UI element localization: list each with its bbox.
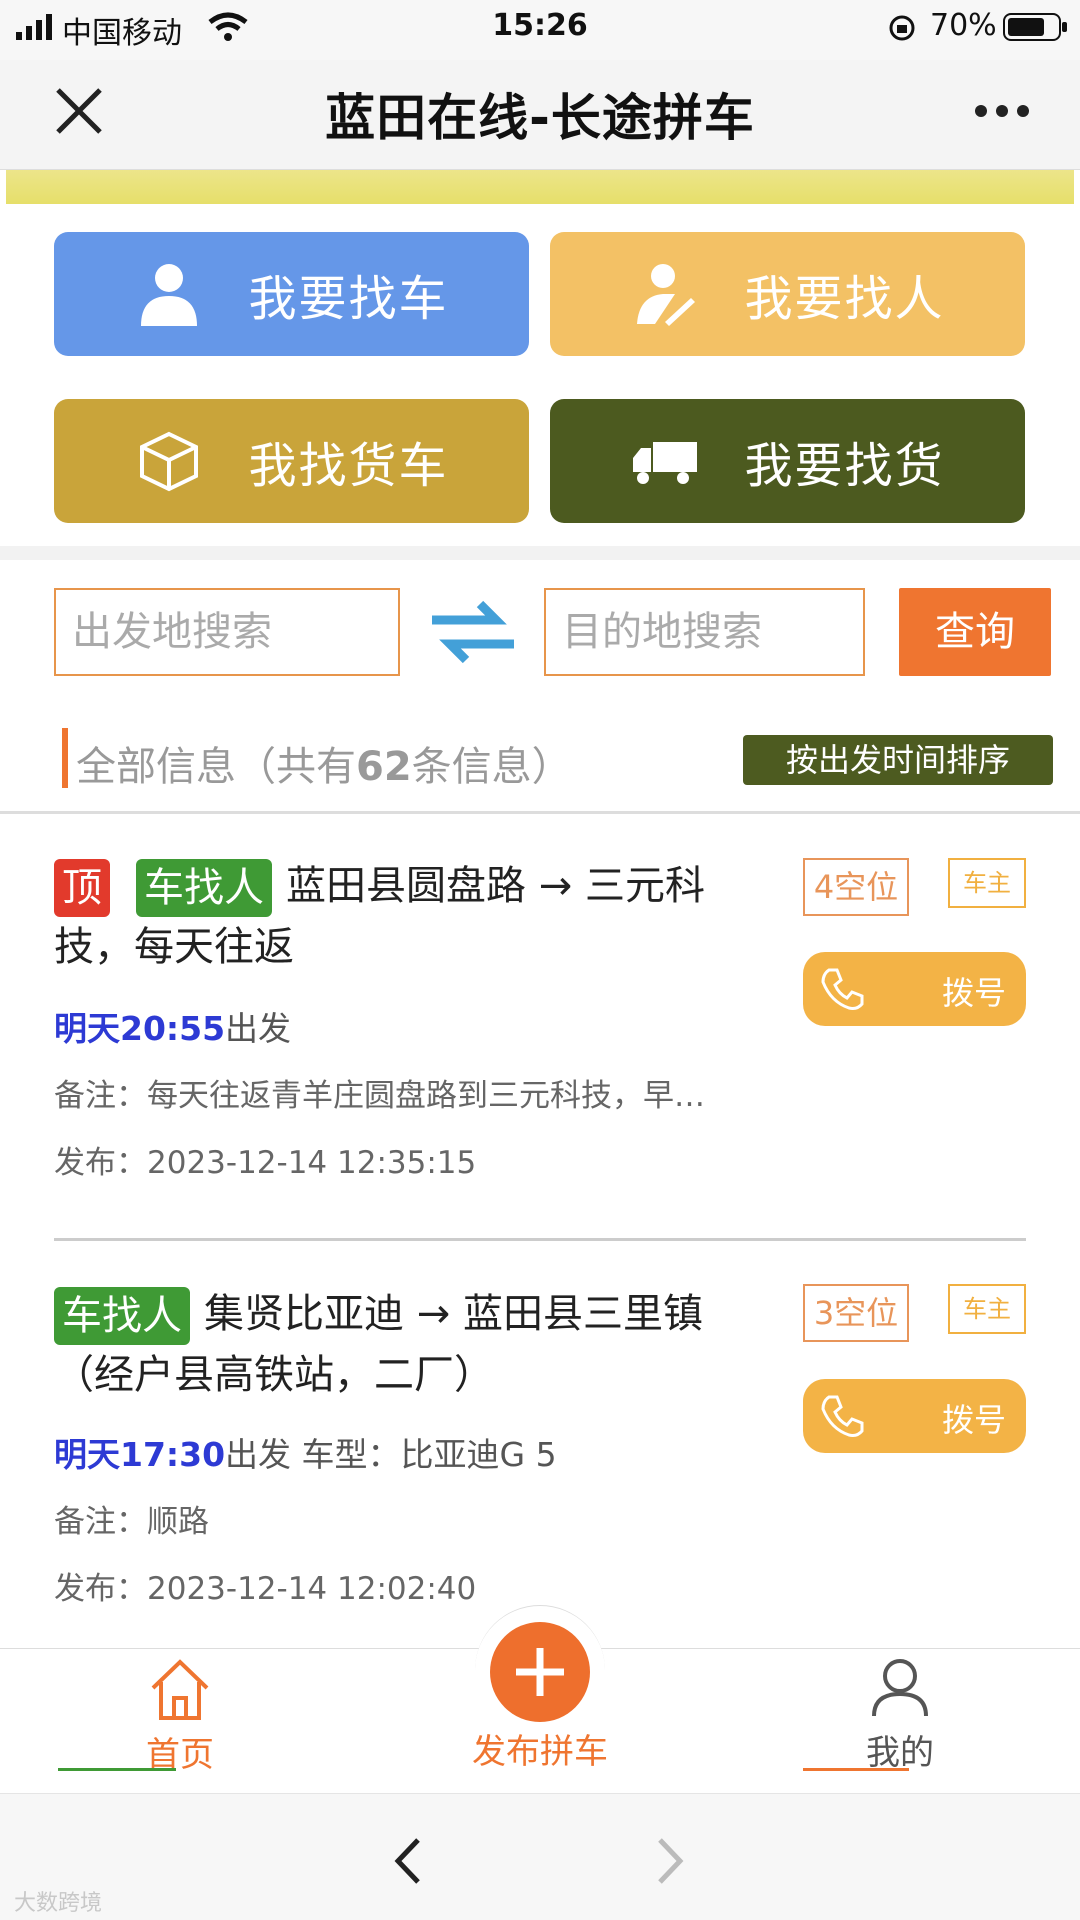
back-arrow-icon[interactable]: [392, 1836, 422, 1886]
find-truck-button[interactable]: 我找货车: [54, 399, 529, 523]
tab-home[interactable]: 首页: [110, 1656, 250, 1776]
mine-underline: [803, 1768, 909, 1771]
box-icon: [134, 426, 204, 496]
page-title: 蓝田在线-长途拼车: [325, 89, 755, 147]
battery-percent: 70%: [930, 8, 997, 43]
find-car-button[interactable]: 我要找车: [54, 232, 529, 356]
battery-icon: [1003, 13, 1067, 41]
info-accent-bar: [62, 728, 68, 788]
tab-mine-label: 我的: [866, 1733, 934, 1773]
status-bar: 中国移动 15:26 70%: [0, 0, 1080, 60]
find-passenger-label: 我要找人: [744, 271, 945, 327]
departure-suffix: 出发: [225, 1435, 292, 1474]
info-suffix: 条信息）: [411, 744, 572, 790]
tab-publish-label[interactable]: 发布拼车: [440, 1724, 640, 1773]
origin-search-input[interactable]: 出发地搜索: [54, 588, 400, 676]
person-icon: [134, 259, 204, 329]
find-truck-label: 我找货车: [248, 438, 449, 494]
type-tag: 车找人: [136, 859, 272, 917]
publish-button[interactable]: [490, 1622, 590, 1722]
role-badge: 车主: [948, 1284, 1026, 1334]
phone-icon: [821, 1395, 864, 1437]
info-prefix: 全部信息（共有: [76, 744, 356, 790]
title-bar: 蓝田在线-长途拼车: [0, 60, 1080, 170]
dial-label: 拨号: [941, 1401, 1006, 1439]
dial-button[interactable]: 拨号: [803, 1379, 1026, 1453]
home-icon: [151, 1659, 209, 1720]
info-count: 62: [356, 744, 412, 790]
person-edit-icon: [630, 259, 700, 329]
seats-badge: 3空位: [803, 1284, 909, 1342]
find-car-label: 我要找车: [248, 271, 449, 327]
info-title: 全部信息（共有62条信息）: [76, 734, 572, 792]
dial-button[interactable]: 拨号: [803, 952, 1026, 1026]
car-model: 车型：比亚迪G 5: [301, 1435, 557, 1474]
departure-line: 明天17:30出发 车型：比亚迪G 5: [54, 1428, 557, 1476]
browser-toolbar: [0, 1793, 1080, 1920]
dial-label: 拨号: [941, 974, 1006, 1012]
user-icon: [872, 1659, 928, 1717]
listing-route-block: 顶车找人 蓝田县圆盘路 → 三元科技，每天往返: [54, 856, 774, 977]
destination-search-input[interactable]: 目的地搜索: [544, 588, 865, 676]
truck-icon: [630, 426, 700, 496]
listing-route-block: 车找人 集贤比亚迪 → 蓝田县三里镇（经户县高铁站，二厂）: [54, 1284, 774, 1405]
more-icon[interactable]: [974, 104, 1030, 118]
departure-line: 明天20:55出发: [54, 1002, 291, 1050]
find-cargo-button[interactable]: 我要找货: [550, 399, 1025, 523]
type-tag: 车找人: [54, 1287, 190, 1345]
query-button[interactable]: 查询: [899, 588, 1051, 676]
forward-arrow-icon[interactable]: [656, 1836, 686, 1886]
departure-time: 明天17:30: [54, 1435, 226, 1474]
listing-published: 发布：2023-12-14 12:35:15: [54, 1145, 477, 1181]
listing-published: 发布：2023-12-14 12:02:40: [54, 1571, 477, 1607]
top-tag: 顶: [54, 859, 110, 917]
home-underline: [58, 1768, 176, 1771]
plus-icon: [516, 1648, 564, 1696]
phone-icon: [821, 968, 864, 1010]
find-cargo-label: 我要找货: [744, 438, 945, 494]
divider: [0, 811, 1080, 814]
role-badge: 车主: [948, 858, 1026, 908]
divider: [54, 1238, 1026, 1241]
departure-suffix: 出发: [225, 1009, 292, 1048]
tab-mine[interactable]: 我的: [830, 1656, 970, 1774]
watermark: 大数跨境: [14, 1891, 103, 1916]
find-passenger-button[interactable]: 我要找人: [550, 232, 1025, 356]
seats-badge: 4空位: [803, 858, 909, 916]
banner-image[interactable]: [6, 170, 1074, 204]
sort-by-departure-button[interactable]: 按出发时间排序: [743, 735, 1053, 785]
clock: 15:26: [492, 8, 588, 43]
listing-note: 备注：顺路: [54, 1504, 209, 1540]
section-divider: [0, 546, 1080, 560]
swap-icon[interactable]: [430, 598, 516, 666]
departure-time: 明天20:55: [54, 1009, 226, 1048]
rotation-lock-icon: [889, 15, 915, 41]
listing-note: 备注：每天往返青羊庄圆盘路到三元科技，早…: [54, 1078, 705, 1114]
